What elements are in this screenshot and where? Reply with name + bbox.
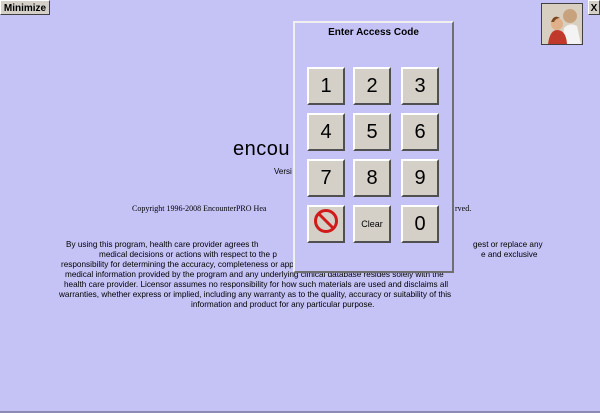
dialog-title: Enter Access Code [328, 27, 419, 38]
copyright-text: Copyright 1996-2008 EncounterPRO Hea [132, 204, 267, 213]
keypad-3-button[interactable]: 3 [401, 67, 439, 105]
disclaimer-line-end: e and exclusive [481, 250, 538, 259]
user-photo-icon[interactable] [541, 3, 583, 45]
keypad-5-button[interactable]: 5 [353, 113, 391, 151]
keypad-6-button[interactable]: 6 [401, 113, 439, 151]
minimize-button[interactable]: Minimize [0, 0, 50, 15]
disclaimer-line: By using this program, health care provi… [66, 240, 259, 249]
access-code-dialog: Enter Access Code 1 2 3 4 5 6 7 8 9 Clea… [293, 21, 454, 273]
keypad-1-button[interactable]: 1 [307, 67, 345, 105]
disclaimer-line: health care provider. Licensor assumes n… [64, 280, 449, 289]
copyright-text-end: rved. [455, 204, 472, 213]
keypad-0-button[interactable]: 0 [401, 205, 439, 243]
version-text-fragment: Versi [274, 167, 292, 176]
keypad-9-button[interactable]: 9 [401, 159, 439, 197]
no-entry-icon [313, 208, 339, 240]
clear-button[interactable]: Clear [353, 205, 391, 243]
keypad-2-button[interactable]: 2 [353, 67, 391, 105]
keypad-7-button[interactable]: 7 [307, 159, 345, 197]
brand-title-fragment: encou [233, 138, 290, 160]
keypad-4-button[interactable]: 4 [307, 113, 345, 151]
disclaimer-line: warranties, whether express or implied, … [59, 290, 452, 299]
close-button[interactable]: X [588, 0, 600, 15]
disclaimer-line: information and product for any particul… [191, 300, 375, 309]
cancel-button[interactable] [307, 205, 345, 243]
keypad-8-button[interactable]: 8 [353, 159, 391, 197]
disclaimer-line-end: gest or replace any [473, 240, 543, 249]
disclaimer-line: medical decisions or actions with respec… [99, 250, 277, 259]
